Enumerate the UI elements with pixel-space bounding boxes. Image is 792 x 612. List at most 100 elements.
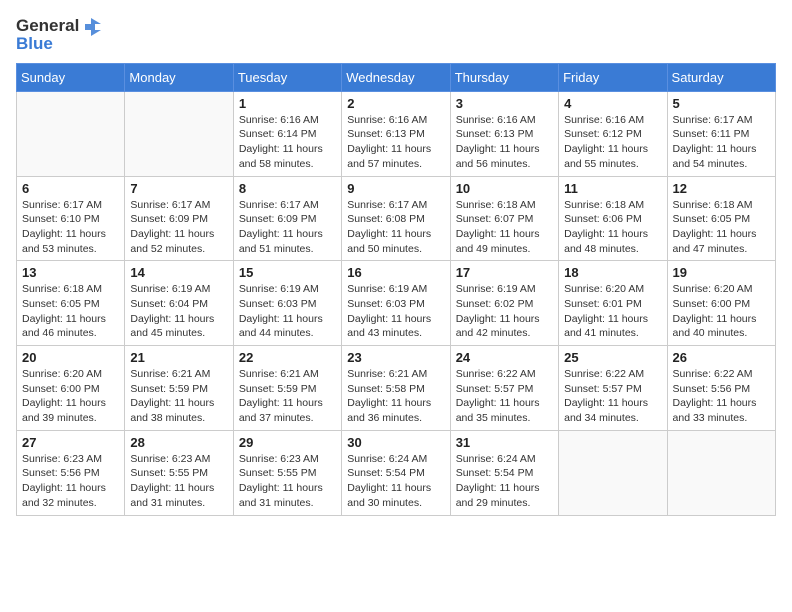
calendar-day-cell: 11 Sunrise: 6:18 AMSunset: 6:06 PMDayligh…	[559, 176, 667, 261]
day-info: Sunrise: 6:22 AMSunset: 5:57 PMDaylight:…	[456, 367, 553, 426]
calendar-day-cell: 12 Sunrise: 6:18 AMSunset: 6:05 PMDayligh…	[667, 176, 775, 261]
day-number: 31	[456, 435, 553, 450]
day-number: 29	[239, 435, 336, 450]
weekday-header-wednesday: Wednesday	[342, 63, 450, 91]
calendar-day-cell: 3 Sunrise: 6:16 AMSunset: 6:13 PMDaylight…	[450, 91, 558, 176]
weekday-header-tuesday: Tuesday	[233, 63, 341, 91]
day-info: Sunrise: 6:18 AMSunset: 6:07 PMDaylight:…	[456, 198, 553, 257]
day-number: 3	[456, 96, 553, 111]
day-info: Sunrise: 6:17 AMSunset: 6:11 PMDaylight:…	[673, 113, 770, 172]
calendar-day-cell: 20Sunrise: 6:20 AMSunset: 6:00 PMDayligh…	[17, 346, 125, 431]
day-number: 21	[130, 350, 227, 365]
day-info: Sunrise: 6:22 AMSunset: 5:57 PMDaylight:…	[564, 367, 661, 426]
day-info: Sunrise: 6:18 AMSunset: 6:05 PMDaylight:…	[22, 282, 119, 341]
day-number: 6	[22, 181, 119, 196]
weekday-header-row: SundayMondayTuesdayWednesdayThursdayFrid…	[17, 63, 776, 91]
day-info: Sunrise: 6:22 AMSunset: 5:56 PMDaylight:…	[673, 367, 770, 426]
logo-blue: Blue	[16, 34, 101, 54]
calendar-week-row: 27Sunrise: 6:23 AMSunset: 5:56 PMDayligh…	[17, 430, 776, 515]
day-number: 23	[347, 350, 444, 365]
calendar-day-cell: 22 Sunrise: 6:21 AMSunset: 5:59 PMDayligh…	[233, 346, 341, 431]
calendar-day-cell: 24Sunrise: 6:22 AMSunset: 5:57 PMDayligh…	[450, 346, 558, 431]
day-number: 10	[456, 181, 553, 196]
day-number: 25	[564, 350, 661, 365]
day-info: Sunrise: 6:16 AMSunset: 6:14 PMDaylight:…	[239, 113, 336, 172]
weekday-header-monday: Monday	[125, 63, 233, 91]
day-info: Sunrise: 6:24 AMSunset: 5:54 PMDaylight:…	[347, 452, 444, 511]
day-info: Sunrise: 6:24 AMSunset: 5:54 PMDaylight:…	[456, 452, 553, 511]
day-number: 5	[673, 96, 770, 111]
weekday-header-friday: Friday	[559, 63, 667, 91]
weekday-header-thursday: Thursday	[450, 63, 558, 91]
calendar-day-cell: 29 Sunrise: 6:23 AMSunset: 5:55 PMDayligh…	[233, 430, 341, 515]
calendar-week-row: 13 Sunrise: 6:18 AMSunset: 6:05 PMDayligh…	[17, 261, 776, 346]
day-info: Sunrise: 6:17 AMSunset: 6:08 PMDaylight:…	[347, 198, 444, 257]
day-number: 15	[239, 265, 336, 280]
day-info: Sunrise: 6:17 AMSunset: 6:09 PMDaylight:…	[130, 198, 227, 257]
day-number: 12	[673, 181, 770, 196]
day-info: Sunrise: 6:21 AMSunset: 5:58 PMDaylight:…	[347, 367, 444, 426]
weekday-header-sunday: Sunday	[17, 63, 125, 91]
logo: General Blue	[16, 16, 101, 55]
calendar-day-cell: 15 Sunrise: 6:19 AMSunset: 6:03 PMDayligh…	[233, 261, 341, 346]
page-header: General Blue	[16, 16, 776, 55]
day-number: 22	[239, 350, 336, 365]
calendar-day-cell: 5 Sunrise: 6:17 AMSunset: 6:11 PMDaylight…	[667, 91, 775, 176]
calendar-day-cell	[559, 430, 667, 515]
day-number: 14	[130, 265, 227, 280]
day-number: 13	[22, 265, 119, 280]
calendar-day-cell: 2 Sunrise: 6:16 AMSunset: 6:13 PMDaylight…	[342, 91, 450, 176]
calendar-day-cell: 9 Sunrise: 6:17 AMSunset: 6:08 PMDaylight…	[342, 176, 450, 261]
calendar-week-row: 1Sunrise: 6:16 AMSunset: 6:14 PMDaylight…	[17, 91, 776, 176]
day-number: 26	[673, 350, 770, 365]
day-info: Sunrise: 6:20 AMSunset: 6:01 PMDaylight:…	[564, 282, 661, 341]
day-info: Sunrise: 6:23 AMSunset: 5:55 PMDaylight:…	[239, 452, 336, 511]
calendar-day-cell	[125, 91, 233, 176]
calendar-day-cell: 30Sunrise: 6:24 AMSunset: 5:54 PMDayligh…	[342, 430, 450, 515]
day-info: Sunrise: 6:19 AMSunset: 6:02 PMDaylight:…	[456, 282, 553, 341]
day-info: Sunrise: 6:23 AMSunset: 5:56 PMDaylight:…	[22, 452, 119, 511]
day-number: 2	[347, 96, 444, 111]
day-number: 9	[347, 181, 444, 196]
calendar-day-cell: 7 Sunrise: 6:17 AMSunset: 6:09 PMDaylight…	[125, 176, 233, 261]
day-info: Sunrise: 6:19 AMSunset: 6:03 PMDaylight:…	[239, 282, 336, 341]
calendar-day-cell: 16 Sunrise: 6:19 AMSunset: 6:03 PMDayligh…	[342, 261, 450, 346]
day-number: 17	[456, 265, 553, 280]
calendar-day-cell: 25 Sunrise: 6:22 AMSunset: 5:57 PMDayligh…	[559, 346, 667, 431]
calendar-day-cell: 4Sunrise: 6:16 AMSunset: 6:12 PMDaylight…	[559, 91, 667, 176]
day-number: 7	[130, 181, 227, 196]
day-info: Sunrise: 6:20 AMSunset: 6:00 PMDaylight:…	[22, 367, 119, 426]
calendar-day-cell: 21 Sunrise: 6:21 AMSunset: 5:59 PMDayligh…	[125, 346, 233, 431]
calendar-week-row: 6 Sunrise: 6:17 AMSunset: 6:10 PMDaylight…	[17, 176, 776, 261]
day-number: 8	[239, 181, 336, 196]
day-info: Sunrise: 6:18 AMSunset: 6:06 PMDaylight:…	[564, 198, 661, 257]
calendar-day-cell: 18 Sunrise: 6:20 AMSunset: 6:01 PMDayligh…	[559, 261, 667, 346]
calendar-table: SundayMondayTuesdayWednesdayThursdayFrid…	[16, 63, 776, 516]
day-info: Sunrise: 6:16 AMSunset: 6:13 PMDaylight:…	[347, 113, 444, 172]
calendar-day-cell: 1Sunrise: 6:16 AMSunset: 6:14 PMDaylight…	[233, 91, 341, 176]
day-info: Sunrise: 6:16 AMSunset: 6:13 PMDaylight:…	[456, 113, 553, 172]
day-number: 16	[347, 265, 444, 280]
calendar-day-cell: 31 Sunrise: 6:24 AMSunset: 5:54 PMDayligh…	[450, 430, 558, 515]
day-info: Sunrise: 6:21 AMSunset: 5:59 PMDaylight:…	[239, 367, 336, 426]
day-number: 11	[564, 181, 661, 196]
day-info: Sunrise: 6:21 AMSunset: 5:59 PMDaylight:…	[130, 367, 227, 426]
calendar-day-cell: 23 Sunrise: 6:21 AMSunset: 5:58 PMDayligh…	[342, 346, 450, 431]
day-number: 28	[130, 435, 227, 450]
day-info: Sunrise: 6:16 AMSunset: 6:12 PMDaylight:…	[564, 113, 661, 172]
calendar-day-cell: 17 Sunrise: 6:19 AMSunset: 6:02 PMDayligh…	[450, 261, 558, 346]
calendar-day-cell: 13 Sunrise: 6:18 AMSunset: 6:05 PMDayligh…	[17, 261, 125, 346]
calendar-day-cell	[17, 91, 125, 176]
logo-bird-icon	[81, 16, 101, 36]
day-info: Sunrise: 6:20 AMSunset: 6:00 PMDaylight:…	[673, 282, 770, 341]
calendar-day-cell	[667, 430, 775, 515]
day-number: 18	[564, 265, 661, 280]
day-info: Sunrise: 6:19 AMSunset: 6:04 PMDaylight:…	[130, 282, 227, 341]
calendar-day-cell: 10 Sunrise: 6:18 AMSunset: 6:07 PMDayligh…	[450, 176, 558, 261]
day-info: Sunrise: 6:18 AMSunset: 6:05 PMDaylight:…	[673, 198, 770, 257]
day-info: Sunrise: 6:19 AMSunset: 6:03 PMDaylight:…	[347, 282, 444, 341]
logo-general: General	[16, 16, 79, 36]
calendar-day-cell: 28Sunrise: 6:23 AMSunset: 5:55 PMDayligh…	[125, 430, 233, 515]
day-info: Sunrise: 6:17 AMSunset: 6:10 PMDaylight:…	[22, 198, 119, 257]
weekday-header-saturday: Saturday	[667, 63, 775, 91]
